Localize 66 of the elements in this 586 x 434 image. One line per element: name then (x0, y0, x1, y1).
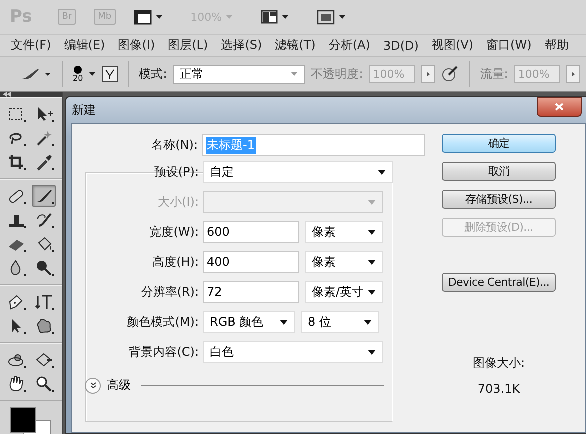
layout-icon[interactable] (261, 10, 278, 24)
airbrush-icon[interactable] (441, 65, 460, 83)
caret-icon (368, 350, 376, 354)
mode-label: 模式: (139, 66, 168, 82)
menu-item[interactable]: 视图(V) (426, 37, 481, 54)
field-label: 分辨率(R): (140, 284, 199, 300)
menu-item[interactable]: 图层(L) (162, 37, 216, 54)
caret-icon (339, 15, 346, 19)
menu-item[interactable]: 选择(S) (215, 37, 270, 54)
mode-dropdown[interactable]: 正常 (173, 64, 306, 84)
dropdown[interactable]: 8 位 (301, 311, 379, 333)
brush-icon[interactable] (32, 185, 56, 207)
menu-item[interactable]: 文件(F) (5, 37, 58, 54)
input-field[interactable]: 600 (203, 221, 299, 243)
dialog-button[interactable]: Device Central(E)... (442, 273, 556, 292)
field-label: 名称(N): (150, 136, 198, 154)
menu-item[interactable]: 分析(A) (322, 37, 378, 54)
caret-icon (368, 200, 376, 204)
menu-item[interactable]: 滤镜(T) (269, 37, 323, 54)
field-label: 背景内容(C): (128, 344, 199, 360)
flow-label: 流量: (480, 66, 508, 82)
caret-icon (156, 15, 163, 19)
dropdown[interactable]: 白色 (203, 341, 383, 363)
close-button[interactable] (537, 97, 582, 117)
caret-icon (291, 72, 298, 76)
input-field[interactable]: 400 (203, 251, 299, 273)
field-label: 预设(P): (153, 164, 199, 180)
caret-icon (368, 290, 376, 294)
opacity-label: 不透明度: (311, 66, 364, 82)
caret-icon (226, 15, 234, 19)
caret-icon (368, 230, 376, 234)
field-label: 大小(I): (157, 194, 199, 210)
field-label: 宽度(W): (148, 224, 199, 240)
caret-icon (282, 15, 290, 19)
menu-item[interactable]: 3D(D) (377, 38, 426, 52)
dropdown[interactable]: RGB 颜色 (203, 311, 295, 333)
brush-size: 20 (73, 74, 84, 82)
menu-item[interactable]: 帮助 (538, 37, 576, 54)
caret-icon (378, 170, 386, 174)
caret-icon (89, 72, 96, 76)
chevron-icon (90, 382, 96, 389)
dropdown[interactable]: 像素 (305, 221, 383, 243)
field-label: 高度(H): (152, 254, 199, 270)
dropdown[interactable]: 像素 (305, 251, 383, 273)
screen-mode-icon[interactable] (317, 10, 336, 24)
brush-tip-icon[interactable] (74, 66, 82, 74)
advanced-label: 高级 (107, 377, 131, 394)
dialog-button[interactable]: 存储预设(S)... (442, 190, 556, 209)
caret-icon (368, 260, 376, 264)
field-label: 颜色模式(M): (126, 314, 199, 330)
menu-item[interactable]: 编辑(E) (58, 37, 112, 54)
dialog-title: 新建 (71, 102, 96, 118)
caret-icon (364, 320, 372, 324)
menu-item[interactable]: 窗口(W) (480, 37, 539, 54)
expand-button[interactable] (85, 378, 101, 394)
dropdown[interactable]: 自定 (203, 161, 393, 183)
close-icon (555, 103, 564, 111)
image-size-label: 图像大小: (472, 355, 526, 372)
menu-item[interactable]: 图像(I) (112, 37, 162, 54)
dialog-button[interactable]: 确定 (442, 134, 556, 153)
brush-panel-icon[interactable] (102, 66, 118, 82)
caret-icon (280, 320, 288, 324)
dialog-button[interactable]: 取消 (442, 162, 556, 181)
dropdown[interactable]: 像素/英寸 (305, 281, 383, 303)
input-field[interactable]: 72 (203, 281, 299, 303)
image-size-value: 703.1K (478, 382, 520, 396)
